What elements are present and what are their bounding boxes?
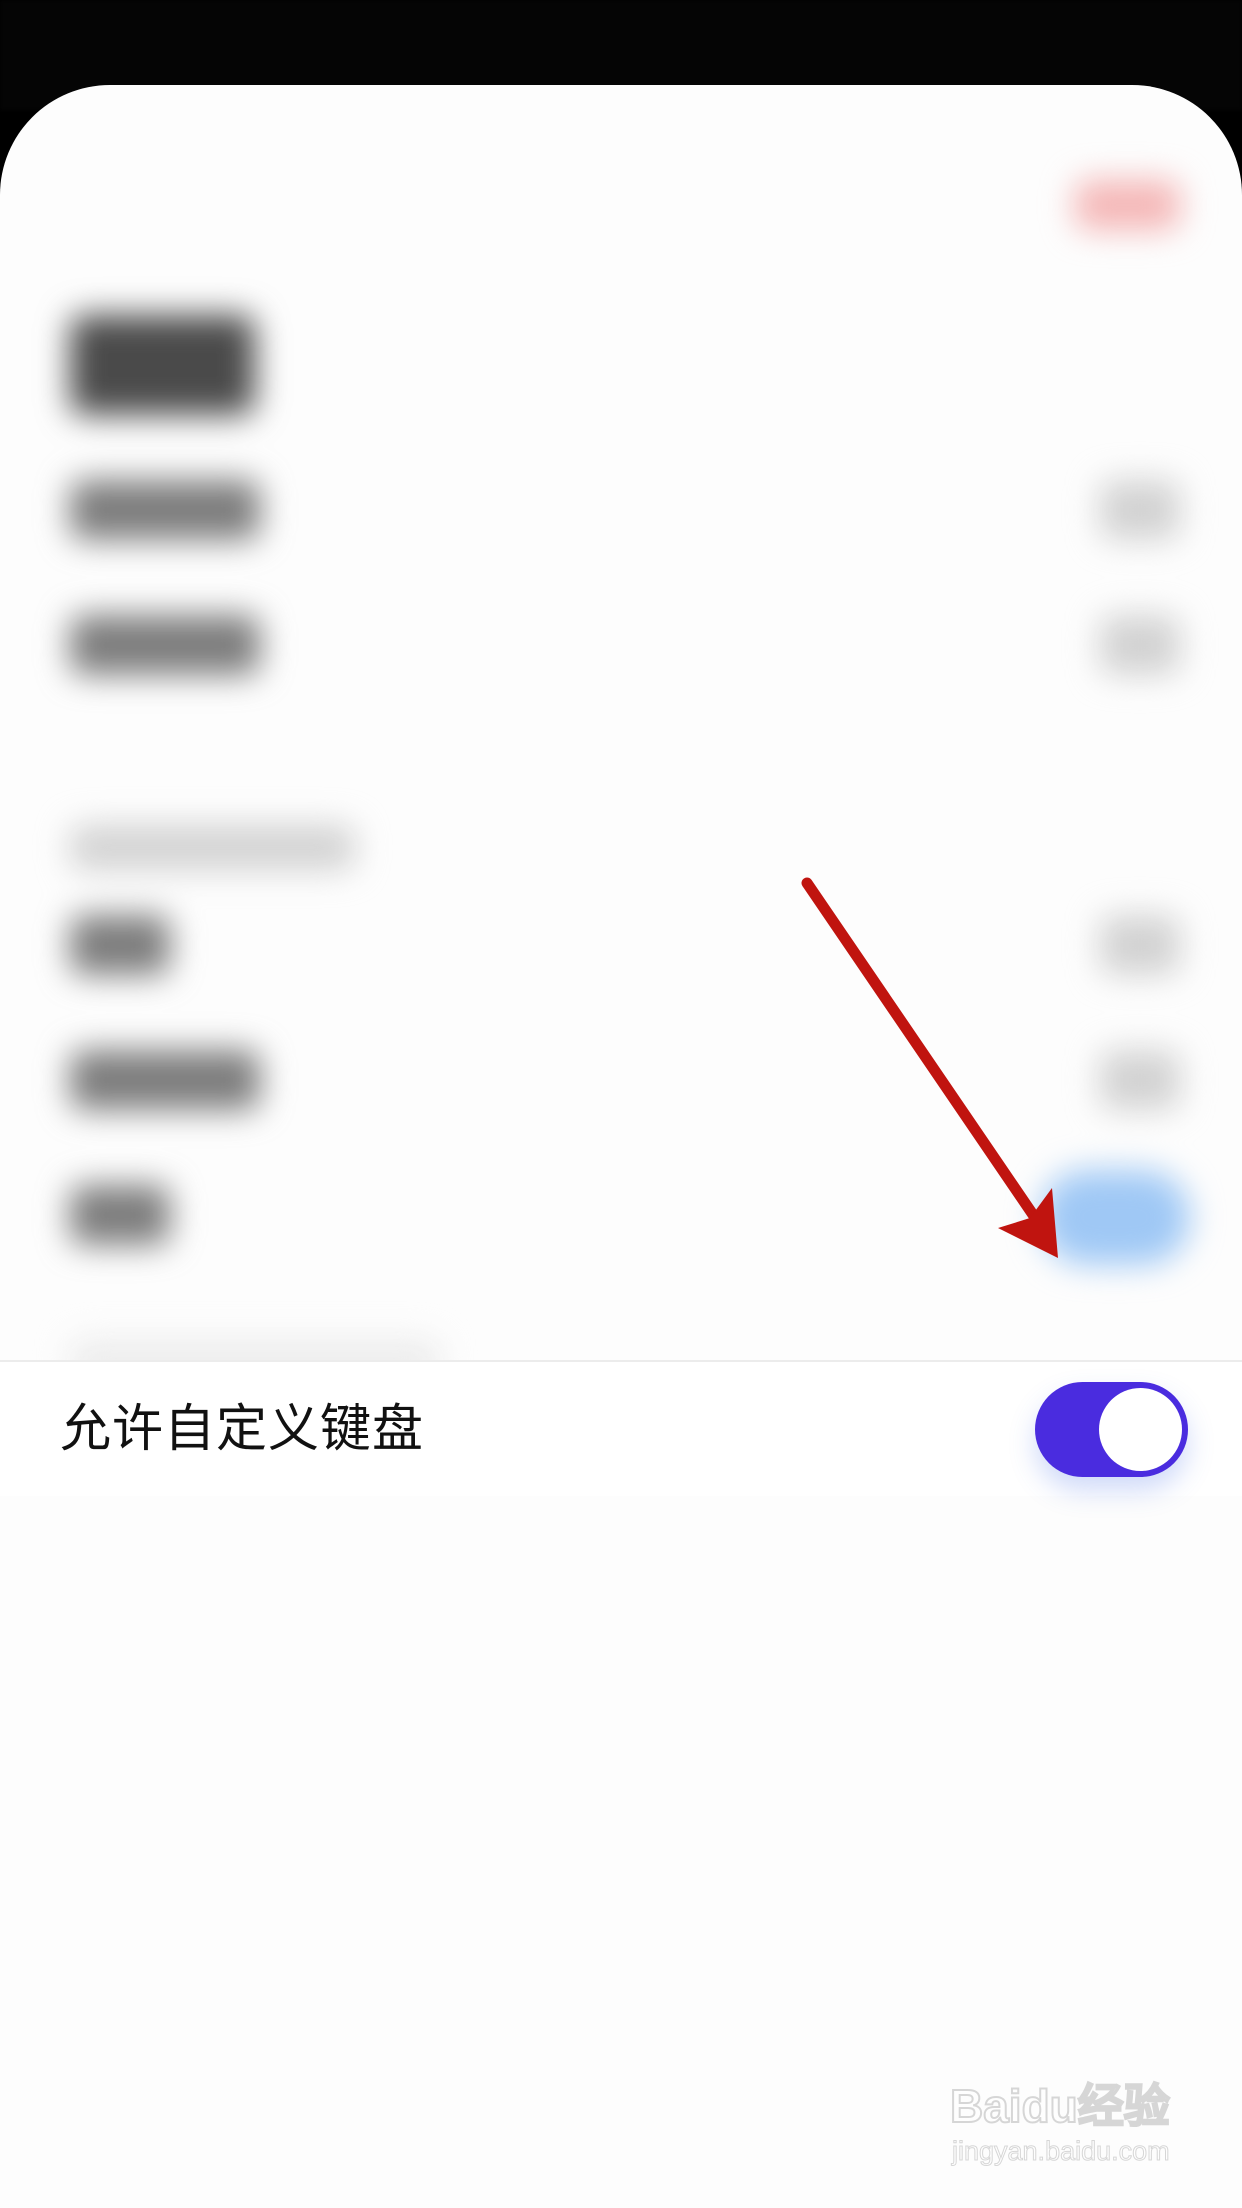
blurred-row-value [1100, 1050, 1180, 1110]
blurred-row-value [1100, 480, 1180, 540]
blurred-row-value [1100, 615, 1180, 675]
blurred-row-label [70, 915, 170, 975]
blurred-row-label [70, 615, 260, 675]
watermark-logo: Baidu经验 [949, 2079, 1171, 2133]
blurred-background-content [0, 85, 1242, 1385]
watermark-url: jingyan.baidu.com [952, 2136, 1171, 2167]
allow-custom-keyboard-toggle[interactable] [1035, 1382, 1188, 1477]
toggle-knob [1099, 1388, 1182, 1471]
allow-custom-keyboard-row: 允许自定义键盘 [0, 1360, 1242, 1496]
blurred-row-label [70, 480, 260, 540]
allow-custom-keyboard-label: 允许自定义键盘 [60, 1400, 425, 1459]
blurred-row-label [70, 1185, 170, 1245]
blurred-top-right-button [1075, 180, 1180, 230]
baidu-watermark: Baidu经验 jingyan.baidu.com [949, 2070, 1190, 2180]
blurred-section-header [70, 825, 355, 870]
blurred-title [70, 315, 255, 415]
settings-sheet: 允许自定义键盘 [0, 85, 1242, 2208]
blurred-toggle [1040, 1170, 1190, 1265]
blurred-row-value [1100, 915, 1180, 975]
blurred-row-label [70, 1050, 260, 1110]
